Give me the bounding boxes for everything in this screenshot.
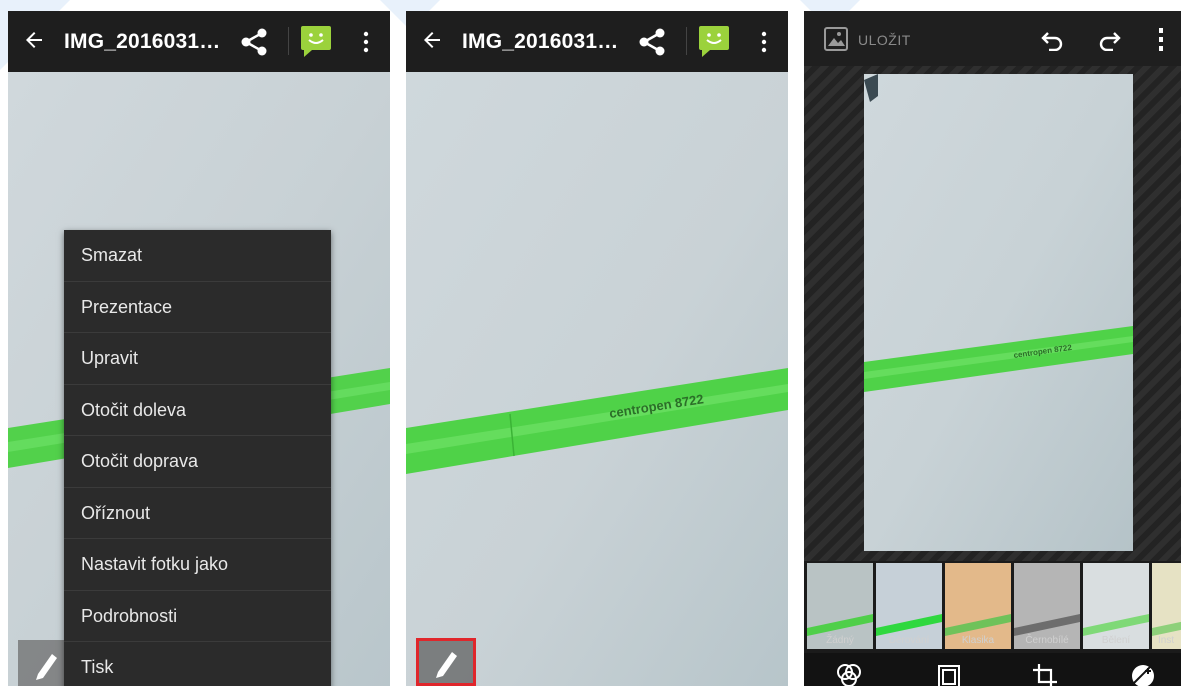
filter-strip: Žádný Děrování Klasika Černobílé Bělení …: [804, 561, 1181, 653]
menu-item-delete[interactable]: Smazat: [64, 230, 331, 282]
filter-thumb-bw[interactable]: Černobílé: [1014, 563, 1080, 649]
save-photo-icon[interactable]: [822, 25, 850, 53]
filter-thumb-none[interactable]: Žádný: [807, 563, 873, 649]
image-title: IMG_2016031…: [462, 30, 619, 53]
filter-label: Inst: [1158, 635, 1175, 646]
toolbar-divider: [288, 27, 289, 55]
editor-photo-preview[interactable]: centropen 8722: [864, 74, 1133, 551]
editor-canvas: centropen 8722: [804, 66, 1181, 561]
menu-item-details[interactable]: Podrobnosti: [64, 591, 331, 642]
photo-view[interactable]: centropen 8722: [406, 72, 788, 686]
filter-label: Klasika: [961, 635, 995, 646]
toolbar: IMG_2016031…: [406, 11, 788, 72]
pencil-icon: [436, 652, 457, 678]
crop-icon[interactable]: [1032, 663, 1058, 686]
messaging-app-icon[interactable]: [696, 23, 732, 59]
toolbar-divider: [686, 27, 687, 55]
menu-item-rotate-right[interactable]: Otočit doprava: [64, 436, 331, 488]
menu-item-rotate-left[interactable]: Otočit doleva: [64, 385, 331, 436]
undo-icon[interactable]: [1040, 29, 1064, 51]
more-options-icon[interactable]: [360, 30, 372, 54]
save-button[interactable]: ULOŽIT: [858, 32, 911, 48]
filters-icon[interactable]: [836, 663, 862, 686]
more-options-icon[interactable]: [1156, 27, 1166, 51]
back-arrow-icon[interactable]: [420, 28, 444, 52]
screen-editor: ULOŽIT centropen 8722 Žádný Děrování Kla…: [804, 11, 1181, 686]
filter-label: Děrování: [888, 635, 930, 646]
messaging-app-icon[interactable]: [298, 23, 334, 59]
back-arrow-icon[interactable]: [22, 28, 46, 52]
share-icon[interactable]: [239, 27, 269, 57]
screen-viewer: centropen 8722 IMG_2016031…: [406, 11, 788, 686]
screen-menu: IMG_2016031… Smazat Prezentace Upravit O…: [8, 11, 390, 686]
editor-tool-bar: [804, 653, 1181, 686]
filter-thumb-classic[interactable]: Klasika: [945, 563, 1011, 649]
menu-item-slideshow[interactable]: Prezentace: [64, 282, 331, 333]
menu-item-print[interactable]: Tisk: [64, 642, 331, 686]
menu-item-crop[interactable]: Oříznout: [64, 488, 331, 539]
share-icon[interactable]: [637, 27, 667, 57]
menu-item-set-as[interactable]: Nastavit fotku jako: [64, 539, 331, 591]
more-options-icon[interactable]: [758, 30, 770, 54]
filter-thumb-instant[interactable]: Inst: [1152, 563, 1181, 649]
menu-item-edit[interactable]: Upravit: [64, 333, 331, 385]
filter-thumb-punch[interactable]: Děrování: [876, 563, 942, 649]
frame-icon[interactable]: [936, 663, 962, 686]
filter-label: Černobílé: [1025, 635, 1069, 646]
image-title: IMG_2016031…: [64, 30, 221, 53]
overflow-menu: Smazat Prezentace Upravit Otočit doleva …: [64, 230, 331, 686]
filter-thumb-bleach[interactable]: Bělení: [1083, 563, 1149, 649]
toolbar: IMG_2016031…: [8, 11, 390, 72]
filter-label: Žádný: [826, 635, 854, 646]
redo-icon[interactable]: [1098, 29, 1122, 51]
adjust-icon[interactable]: [1130, 663, 1156, 686]
editor-toolbar: ULOŽIT: [804, 11, 1181, 66]
edit-button-highlighted[interactable]: [416, 638, 476, 686]
filter-label: Bělení: [1101, 635, 1131, 646]
